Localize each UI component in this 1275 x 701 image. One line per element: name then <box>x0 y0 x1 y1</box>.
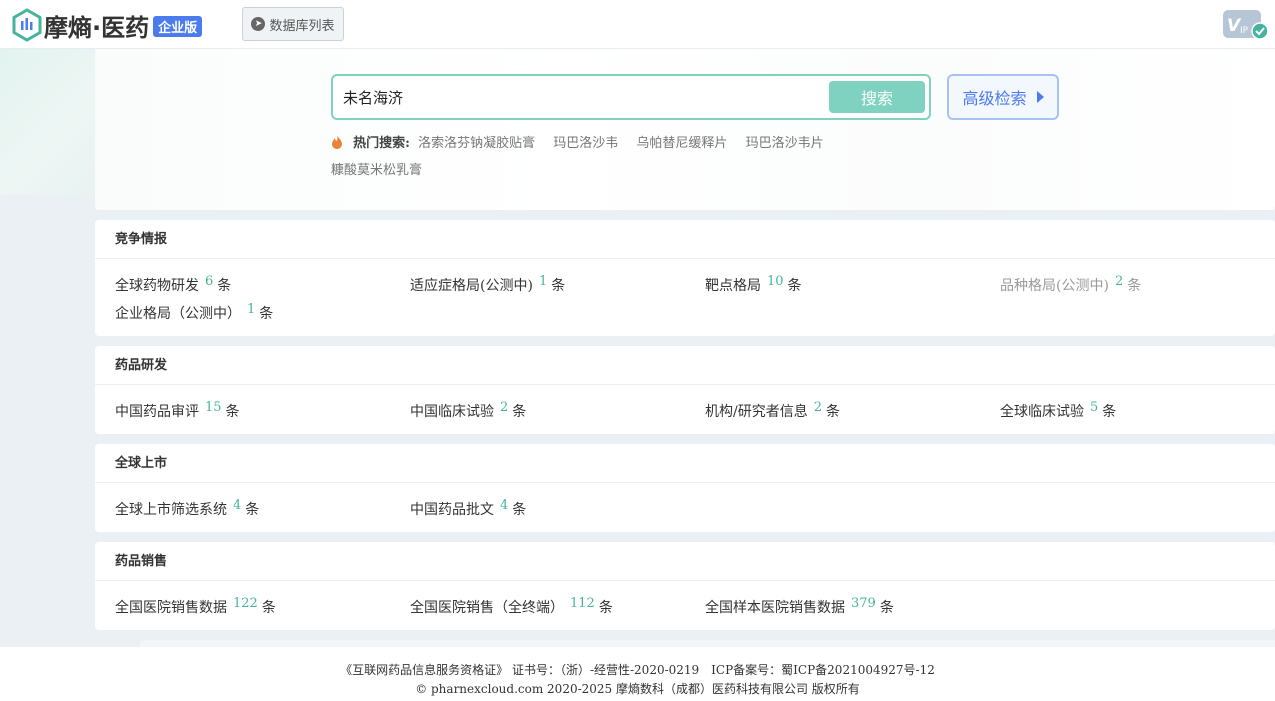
top-header: 摩熵·医药 企业版 ➤ 数据库列表 V IP <box>0 0 1275 49</box>
item-unit: 条 <box>826 404 840 420</box>
item-unit: 条 <box>512 404 527 420</box>
left-decor-strip <box>0 49 95 195</box>
hot-keyword[interactable]: 洛索洛芬钠凝胶贴膏 <box>418 136 535 151</box>
item-label: 中国药品审评 <box>115 404 199 420</box>
item-count: 15 <box>205 400 222 415</box>
item-label: 全国医院销售数据 <box>115 600 227 616</box>
item-label: 适应症格局(公测中) <box>410 278 533 294</box>
item-count: 6 <box>205 274 214 289</box>
result-item-global-market-screening[interactable]: 全球上市筛选系统 4 条 <box>115 498 260 519</box>
item-unit: 条 <box>217 278 232 294</box>
item-count: 4 <box>500 498 509 513</box>
item-label: 全国医院销售（全终端） <box>410 600 564 616</box>
item-count: 122 <box>233 596 258 611</box>
item-count: 4 <box>233 498 242 513</box>
hot-keyword[interactable]: 糠酸莫米松乳膏 <box>331 163 422 178</box>
item-unit: 条 <box>598 600 613 616</box>
hot-keyword[interactable]: 玛巴洛沙韦 <box>553 136 618 151</box>
item-unit: 条 <box>1102 404 1117 420</box>
hot-keyword[interactable]: 乌帕替尼缓释片 <box>636 136 727 151</box>
section-title: 竞争情报 <box>95 220 1275 259</box>
result-item-company-landscape[interactable]: 企业格局（公测中） 1 条 <box>115 302 274 323</box>
item-count: 379 <box>851 596 876 611</box>
brand-logo[interactable]: 摩熵·医药 企业版 <box>12 8 203 42</box>
section-drug-sales: 药品销售 全国医院销售数据 122 条 全国医院销售（全终端） 112 条 全国样本医院… <box>95 542 1275 630</box>
item-count: 112 <box>570 596 595 611</box>
item-unit: 条 <box>225 404 240 420</box>
section-title: 全球上市 <box>95 444 1275 483</box>
result-item-cn-drug-approvals[interactable]: 中国药品批文 4 条 <box>410 498 527 519</box>
item-count: 5 <box>1090 400 1099 415</box>
item-count: 10 <box>767 274 784 289</box>
navigation-icon: ➤ <box>251 17 266 31</box>
item-label: 全国样本医院销售数据 <box>705 600 845 616</box>
result-item-variety-landscape[interactable]: 品种格局(公测中) 2 条 <box>1000 274 1142 295</box>
item-label: 机构/研究者信息 <box>705 404 808 420</box>
hot-keyword[interactable]: 玛巴洛沙韦片 <box>746 136 824 151</box>
result-item-sample-hospital-sales[interactable]: 全国样本医院销售数据 379 条 <box>705 596 894 617</box>
item-label: 靶点格局 <box>705 278 761 294</box>
result-item-global-clinical-trials[interactable]: 全球临床试验 5 条 <box>1000 400 1117 421</box>
item-label: 全球药物研发 <box>115 278 199 294</box>
item-unit: 条 <box>245 502 260 518</box>
footer-license-line: 《互联网药品信息服务资格证》 证书号：（浙）-经营性-2020-0219 ICP… <box>340 663 935 677</box>
section-global-market: 全球上市 全球上市筛选系统 4 条 中国药品批文 4 条 <box>95 444 1275 532</box>
advanced-search-button[interactable]: 高级检索 <box>947 74 1059 120</box>
item-unit: 条 <box>512 502 527 518</box>
item-label: 品种格局(公测中) <box>1000 278 1109 294</box>
section-title: 药品销售 <box>95 542 1275 581</box>
item-unit: 条 <box>1127 278 1142 294</box>
result-item-hospital-sales-all-terminal[interactable]: 全国医院销售（全终端） 112 条 <box>410 596 613 617</box>
edition-badge: 企业版 <box>153 15 203 37</box>
database-list-label: 数据库列表 <box>269 18 335 34</box>
footer-copyright-line: © pharnexcloud.com 2020-2025 摩熵数科（成都）医药科… <box>415 682 860 696</box>
result-item-cn-drug-review[interactable]: 中国药品审评 15 条 <box>115 400 240 421</box>
logo-text: 摩熵·医药 <box>44 13 150 42</box>
advanced-search-label: 高级检索 <box>962 89 1027 108</box>
item-unit: 条 <box>259 306 274 322</box>
fire-icon <box>332 135 342 149</box>
vip-icon[interactable]: V IP <box>1222 9 1268 41</box>
item-unit: 条 <box>261 600 276 616</box>
item-count: 2 <box>1114 274 1124 289</box>
result-item-hospital-sales[interactable]: 全国医院销售数据 122 条 <box>115 596 276 617</box>
item-label: 企业格局（公测中） <box>115 306 241 322</box>
item-label: 全球临床试验 <box>1000 404 1084 420</box>
result-item-institution-researcher[interactable]: 机构/研究者信息 2 条 <box>705 400 840 421</box>
item-unit: 条 <box>879 600 894 616</box>
database-list-button[interactable]: ➤ 数据库列表 <box>242 7 344 41</box>
item-label: 中国临床试验 <box>410 404 494 420</box>
search-input[interactable] <box>343 87 813 107</box>
result-item-target-landscape[interactable]: 靶点格局 10 条 <box>705 274 802 295</box>
result-item-global-drug-rd[interactable]: 全球药物研发 6 条 <box>115 274 232 295</box>
search-button[interactable]: 搜索 <box>829 81 925 113</box>
item-unit: 条 <box>787 278 802 294</box>
footer: 《互联网药品信息服务资格证》 证书号：（浙）-经营性-2020-0219 ICP… <box>0 647 1275 701</box>
section-competitive-intel: 竞争情报 全球药物研发 6 条 适应症格局(公测中) 1 条 靶点格局 10 条 品种格局(… <box>95 220 1275 336</box>
item-count: 1 <box>247 302 256 317</box>
result-item-cn-clinical-trials[interactable]: 中国临床试验 2 条 <box>410 400 527 421</box>
section-title: 药品研发 <box>95 346 1275 385</box>
caret-right-icon <box>1036 91 1044 103</box>
hot-search-label: 热门搜索: <box>353 136 410 151</box>
result-item-indication-landscape[interactable]: 适应症格局(公测中) 1 条 <box>410 274 566 295</box>
search-box: 搜索 <box>331 74 931 120</box>
item-label: 中国药品批文 <box>410 502 494 518</box>
item-count: 2 <box>813 400 822 415</box>
svg-text:IP: IP <box>1240 26 1249 36</box>
item-count: 2 <box>500 400 509 415</box>
logo-icon <box>12 8 42 42</box>
item-label: 全球上市筛选系统 <box>115 502 227 518</box>
section-drug-rd: 药品研发 中国药品审评 15 条 中国临床试验 2 条 机构/研究者信息 2 条 全球临床试… <box>95 346 1275 434</box>
item-unit: 条 <box>551 278 566 294</box>
hot-searches: 热门搜索: 洛索洛芬钠凝胶贴膏 玛巴洛沙韦 乌帕替尼缓释片 玛巴洛沙韦片 糠酸莫… <box>331 130 851 184</box>
item-count: 1 <box>538 274 548 289</box>
